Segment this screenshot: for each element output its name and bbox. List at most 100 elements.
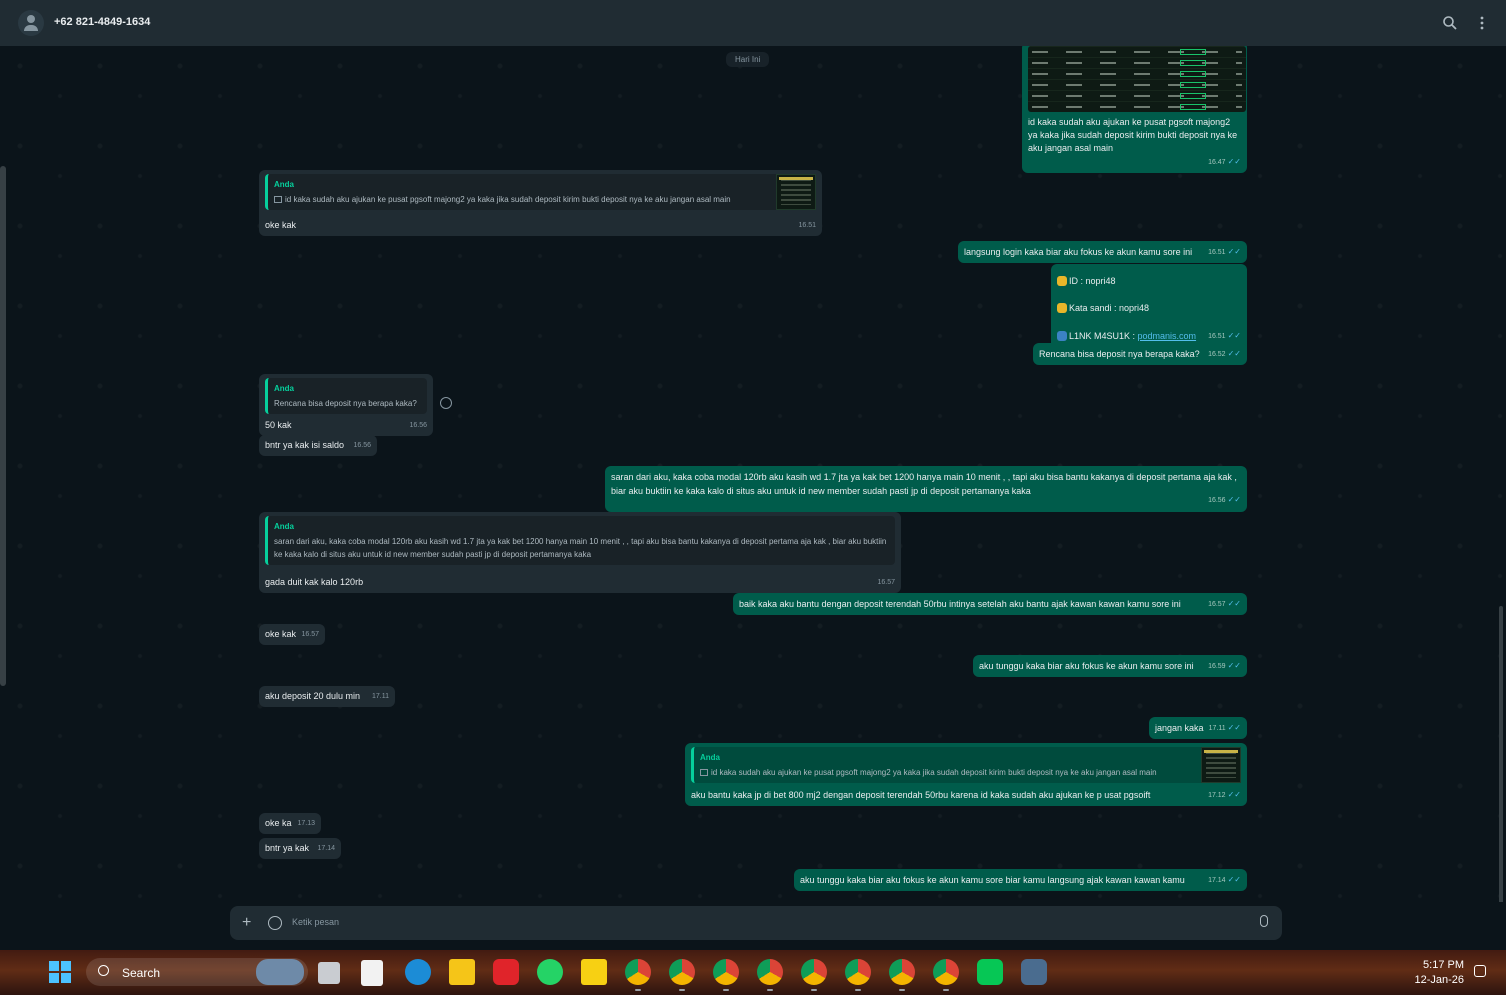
- chrome-icon[interactable]: [757, 959, 783, 985]
- message-time: 17.14: [317, 845, 335, 852]
- quote-thumbnail: [1201, 747, 1241, 783]
- scrollbar[interactable]: [1499, 606, 1503, 902]
- avatar[interactable]: [18, 10, 44, 36]
- message-outgoing[interactable]: jangan kaka 17.11 ✓✓: [1149, 717, 1247, 739]
- read-ticks-icon: ✓✓: [1227, 495, 1241, 504]
- quote-author: Anda: [274, 384, 294, 393]
- login-id: ID : nopri48: [1069, 276, 1116, 286]
- whatsapp-window: +62 821-4849-1634 Hari Ini id kaka sudah…: [0, 0, 1506, 995]
- clock-date: 12-Jan-26: [1414, 974, 1464, 986]
- wps-icon[interactable]: [493, 959, 519, 985]
- quote-author: Anda: [274, 180, 294, 189]
- chrome-icon[interactable]: [713, 959, 739, 985]
- mic-icon[interactable]: [1260, 915, 1268, 927]
- chrome-icon[interactable]: [669, 959, 695, 985]
- message-outgoing[interactable]: ID : nopri48 Kata sandi : nopri48 L1NK M…: [1051, 264, 1247, 354]
- search-icon: [98, 965, 109, 976]
- message-incoming[interactable]: Anda id kaka sudah aku ajukan ke pusat p…: [259, 170, 822, 236]
- image-icon: [700, 769, 708, 776]
- message-incoming[interactable]: aku deposit 20 dulu min 17.11: [259, 686, 395, 707]
- message-time: 16.56: [353, 442, 371, 449]
- message-outgoing[interactable]: Rencana bisa deposit nya berapa kaka? 16.…: [1033, 343, 1247, 365]
- message-time: 16.51: [1208, 333, 1226, 340]
- quoted-message[interactable]: Anda saran dari aku, kaka coba modal 120…: [265, 516, 895, 565]
- message-outgoing[interactable]: aku tunggu kaka biar aku fokus ke akun k…: [794, 869, 1247, 891]
- attach-icon[interactable]: +: [242, 914, 251, 932]
- quote-author: Anda: [700, 753, 720, 762]
- read-ticks-icon: ✓✓: [1227, 790, 1241, 799]
- file-explorer-icon[interactable]: [449, 959, 475, 985]
- text-editor-icon[interactable]: [361, 960, 383, 986]
- search-icon[interactable]: [1441, 14, 1459, 32]
- message-time: 16.52: [1208, 351, 1226, 358]
- message-text: Rencana bisa deposit nya berapa kaka?: [1039, 349, 1200, 359]
- message-time: 16.51: [1208, 249, 1226, 256]
- chrome-icon[interactable]: [625, 959, 651, 985]
- message-time: 16.57: [877, 579, 895, 586]
- emoji-icon[interactable]: [268, 916, 282, 930]
- message-time: 17.11: [372, 693, 389, 700]
- message-outgoing[interactable]: langsung login kaka biar aku fokus ke ak…: [958, 241, 1247, 263]
- chat-header: +62 821-4849-1634: [0, 0, 1506, 46]
- quote-text: Rencana bisa deposit nya berapa kaka?: [274, 399, 417, 408]
- quote-thumbnail: [776, 174, 816, 210]
- message-text: jangan kaka: [1155, 723, 1204, 733]
- app-icon[interactable]: [1021, 959, 1047, 985]
- message-text: aku deposit 20 dulu min: [265, 691, 361, 701]
- image-icon: [274, 196, 282, 203]
- message-incoming[interactable]: bntr ya kak 17.14: [259, 838, 341, 859]
- chrome-icon[interactable]: [933, 959, 959, 985]
- message-text: gada duit kak kalo 120rb: [265, 577, 364, 587]
- message-incoming[interactable]: bntr ya kak isi saldo 16.56: [259, 435, 377, 456]
- line-icon[interactable]: [977, 959, 1003, 985]
- message-incoming[interactable]: Anda Rencana bisa deposit nya berapa kak…: [259, 374, 433, 436]
- notification-icon[interactable]: [1474, 965, 1486, 977]
- read-ticks-icon: ✓✓: [1227, 247, 1241, 256]
- chrome-icon[interactable]: [845, 959, 871, 985]
- login-link-label: L1NK M4SU1K :: [1069, 331, 1138, 341]
- message-list[interactable]: Hari Ini id kaka sudah aku ajukan ke pus…: [0, 46, 1506, 902]
- react-emoji-icon[interactable]: [440, 397, 452, 409]
- sticky-notes-icon[interactable]: [581, 959, 607, 985]
- chrome-icon[interactable]: [801, 959, 827, 985]
- message-input-bar[interactable]: + Ketik pesan: [230, 906, 1282, 940]
- edge-icon[interactable]: [405, 959, 431, 985]
- quoted-message[interactable]: Anda id kaka sudah aku ajukan ke pusat p…: [265, 174, 816, 210]
- more-vert-icon[interactable]: [1473, 14, 1491, 32]
- message-text: baik kaka aku bantu dengan deposit teren…: [739, 599, 1181, 609]
- image-attachment[interactable]: [1028, 46, 1246, 112]
- login-password: Kata sandi : nopri48: [1069, 303, 1150, 313]
- message-outgoing[interactable]: Anda id kaka sudah aku ajukan ke pusat p…: [685, 743, 1247, 806]
- scrollbar-left[interactable]: [0, 166, 6, 686]
- login-link[interactable]: podmanis.com: [1138, 331, 1197, 341]
- task-view-icon[interactable]: [318, 962, 340, 984]
- widgets-icon[interactable]: [256, 959, 304, 985]
- message-incoming[interactable]: Anda saran dari aku, kaka coba modal 120…: [259, 512, 901, 593]
- message-input[interactable]: Ketik pesan: [292, 917, 339, 927]
- message-outgoing[interactable]: id kaka sudah aku ajukan ke pusat pgsoft…: [1022, 46, 1247, 173]
- windows-start-icon[interactable]: [49, 961, 71, 983]
- system-clock[interactable]: 5:17 PM 12-Jan-26: [1400, 958, 1464, 988]
- quoted-message[interactable]: Anda id kaka sudah aku ajukan ke pusat p…: [691, 747, 1241, 783]
- message-text: bntr ya kak: [265, 843, 310, 853]
- crown-icon: [1057, 276, 1067, 286]
- message-time: 16.47: [1208, 159, 1226, 166]
- contact-name[interactable]: +62 821-4849-1634: [54, 16, 150, 28]
- read-ticks-icon: ✓✓: [1227, 331, 1241, 340]
- message-outgoing[interactable]: baik kaka aku bantu dengan deposit teren…: [733, 593, 1247, 615]
- read-ticks-icon: ✓✓: [1227, 723, 1241, 732]
- read-ticks-icon: ✓✓: [1227, 661, 1241, 670]
- play-icon: [1057, 331, 1067, 341]
- message-time: 16.59: [1208, 663, 1226, 670]
- message-time: 17.14: [1208, 877, 1226, 884]
- message-incoming[interactable]: oke ka 17.13: [259, 813, 321, 834]
- chrome-icon[interactable]: [889, 959, 915, 985]
- message-time: 17.11: [1208, 725, 1226, 732]
- whatsapp-icon[interactable]: [537, 959, 563, 985]
- message-outgoing[interactable]: saran dari aku, kaka coba modal 120rb ak…: [605, 466, 1247, 512]
- read-ticks-icon: ✓✓: [1227, 875, 1241, 884]
- quoted-message[interactable]: Anda Rencana bisa deposit nya berapa kak…: [265, 378, 427, 414]
- message-outgoing[interactable]: aku tunggu kaka biar aku fokus ke akun k…: [973, 655, 1247, 677]
- read-ticks-icon: ✓✓: [1227, 349, 1241, 358]
- message-incoming[interactable]: oke kak 16.57: [259, 624, 325, 645]
